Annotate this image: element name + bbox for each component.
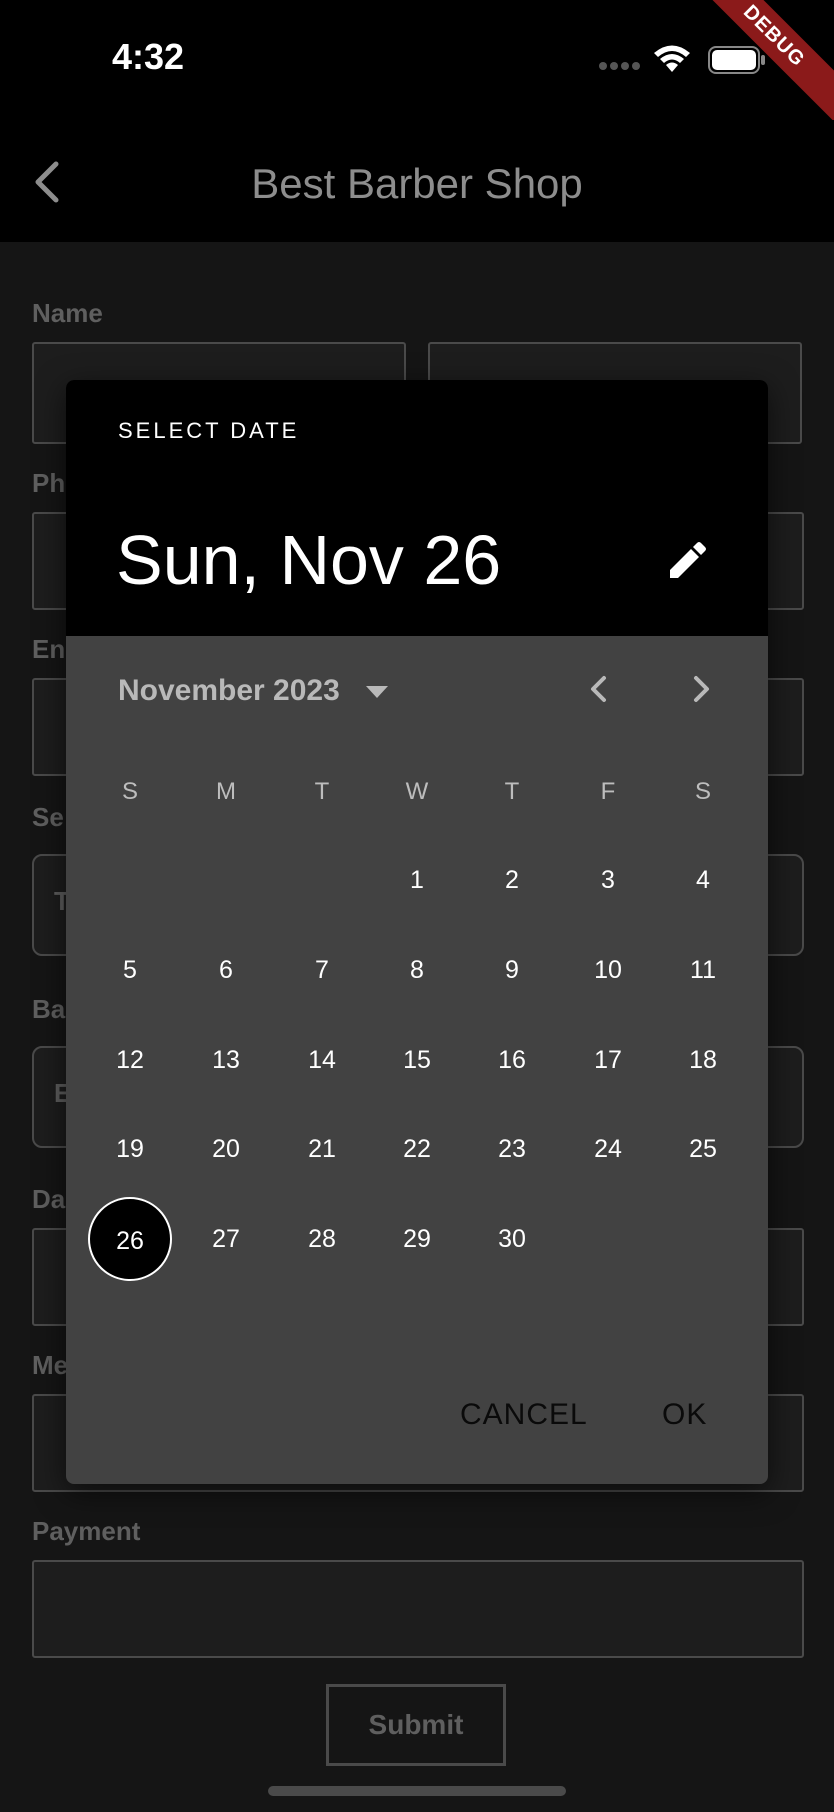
weekday-wednesday: W bbox=[405, 778, 429, 805]
calendar-day[interactable]: 19 bbox=[88, 1107, 172, 1191]
edit-pencil-icon[interactable] bbox=[666, 540, 708, 582]
calendar-day[interactable]: 12 bbox=[88, 1018, 172, 1102]
battery-icon bbox=[708, 46, 765, 74]
service-label: Se bbox=[32, 802, 64, 832]
home-indicator bbox=[268, 1786, 566, 1796]
payment-label: Payment bbox=[32, 1516, 141, 1546]
calendar-day[interactable]: 27 bbox=[184, 1197, 268, 1281]
app-bar: Best Barber Shop bbox=[0, 120, 834, 242]
calendar-day[interactable]: 7 bbox=[280, 928, 364, 1012]
calendar-day[interactable]: 24 bbox=[566, 1107, 650, 1191]
barber-label: Ba bbox=[32, 994, 66, 1024]
selected-date-display: Sun, Nov 26 bbox=[116, 521, 502, 599]
message-label: Me bbox=[32, 1350, 69, 1380]
calendar-day[interactable]: 15 bbox=[375, 1018, 459, 1102]
calendar-day[interactable]: 10 bbox=[566, 928, 650, 1012]
calendar-day[interactable]: 16 bbox=[470, 1018, 554, 1102]
phone-label: Ph bbox=[32, 468, 66, 498]
page-title: Best Barber Shop bbox=[251, 160, 583, 207]
weekday-tuesday: T bbox=[314, 778, 330, 805]
calendar-day[interactable]: 20 bbox=[184, 1107, 268, 1191]
calendar-day[interactable]: 25 bbox=[661, 1107, 745, 1191]
weekday-friday: F bbox=[600, 778, 616, 805]
payment-field[interactable] bbox=[32, 1560, 804, 1658]
submit-button[interactable]: Submit bbox=[326, 1684, 506, 1766]
calendar-day[interactable]: 9 bbox=[470, 928, 554, 1012]
calendar-day[interactable]: 6 bbox=[184, 928, 268, 1012]
calendar-day[interactable]: 2 bbox=[470, 838, 554, 922]
status-time: 4:32 bbox=[112, 36, 185, 77]
previous-month-icon[interactable] bbox=[584, 674, 614, 704]
calendar-day-selected[interactable]: 26 bbox=[88, 1197, 172, 1281]
calendar-day[interactable]: 21 bbox=[280, 1107, 364, 1191]
calendar-day[interactable]: 14 bbox=[280, 1018, 364, 1102]
weekday-monday: M bbox=[216, 778, 236, 805]
calendar-day[interactable]: 5 bbox=[88, 928, 172, 1012]
date-picker-dialog: SELECT DATE Sun, Nov 26 November 2023 S … bbox=[66, 380, 768, 1484]
next-month-icon[interactable] bbox=[686, 674, 716, 704]
month-year-selector[interactable]: November 2023 bbox=[118, 674, 340, 708]
select-date-heading: SELECT DATE bbox=[118, 418, 300, 443]
wifi-icon bbox=[654, 45, 690, 72]
chevron-down-icon[interactable] bbox=[366, 686, 388, 698]
date-picker-header: SELECT DATE Sun, Nov 26 bbox=[66, 380, 768, 636]
weekday-sunday: S bbox=[121, 778, 138, 805]
calendar-day[interactable]: 3 bbox=[566, 838, 650, 922]
calendar-day[interactable]: 8 bbox=[375, 928, 459, 1012]
calendar-day[interactable]: 18 bbox=[661, 1018, 745, 1102]
calendar-day[interactable]: 17 bbox=[566, 1018, 650, 1102]
cellular-signal-icon bbox=[599, 62, 640, 70]
calendar-day[interactable]: 23 bbox=[470, 1107, 554, 1191]
name-label: Name bbox=[32, 298, 103, 328]
calendar-day[interactable]: 13 bbox=[184, 1018, 268, 1102]
status-bar: 4:32 DEBUG bbox=[0, 0, 834, 134]
weekday-thursday: T bbox=[504, 778, 520, 805]
date-label: Da bbox=[32, 1184, 66, 1214]
calendar-day[interactable]: 22 bbox=[375, 1107, 459, 1191]
calendar-day[interactable]: 11 bbox=[661, 928, 745, 1012]
calendar-day[interactable]: 30 bbox=[470, 1197, 554, 1281]
calendar-day[interactable]: 28 bbox=[280, 1197, 364, 1281]
calendar-day[interactable]: 29 bbox=[375, 1197, 459, 1281]
weekday-saturday: S bbox=[694, 778, 711, 805]
calendar-day[interactable]: 1 bbox=[375, 838, 459, 922]
calendar-day[interactable]: 4 bbox=[661, 838, 745, 922]
email-label: En bbox=[32, 634, 66, 664]
ok-button[interactable]: OK bbox=[662, 1398, 707, 1432]
cancel-button[interactable]: CANCEL bbox=[460, 1398, 588, 1432]
